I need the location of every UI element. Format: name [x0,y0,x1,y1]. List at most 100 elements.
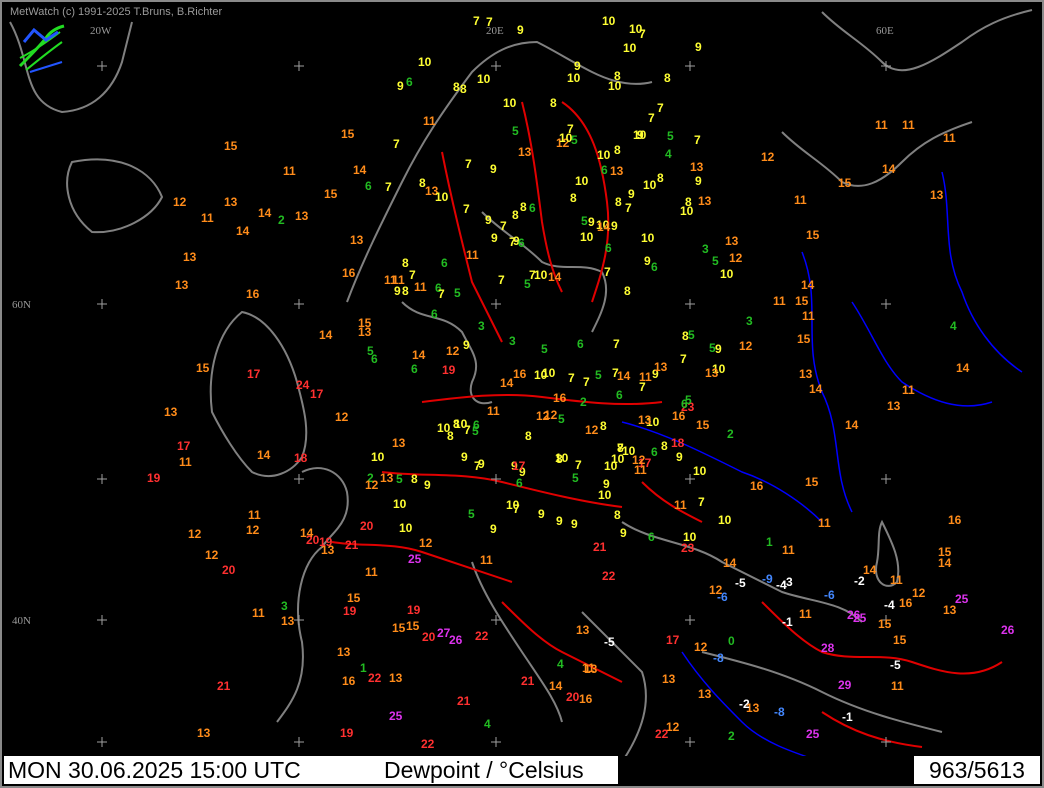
station-dewpoint-value: 6 [518,236,525,250]
station-dewpoint-value: 8 [402,256,409,270]
station-dewpoint-value: 11 [943,131,956,145]
station-dewpoint-value: 6 [616,388,623,402]
station-dewpoint-value: 12 [729,251,743,265]
station-dewpoint-value: 9 [490,522,497,536]
station-dewpoint-value: 7 [393,137,400,151]
station-dewpoint-value: 5 [396,472,403,486]
station-dewpoint-value: 25 [853,611,867,625]
station-dewpoint-value: 16 [672,409,686,423]
station-dewpoint-value: 7 [500,219,507,233]
station-dewpoint-value: 10 [611,452,625,466]
station-dewpoint-value: 17 [177,439,191,453]
station-dewpoint-value: 15 [196,361,210,375]
station-dewpoint-value: 10 [602,14,616,28]
station-dewpoint-value: 8 [615,195,622,209]
station-dewpoint-value: 10 [597,148,611,162]
station-dewpoint-value: 11 [902,118,915,132]
station-dewpoint-value: 5 [512,124,519,138]
station-dewpoint-value: 8 [453,80,460,94]
station-dewpoint-value: 9 [491,231,498,245]
station-dewpoint-value: 20 [422,630,436,644]
station-dewpoint-value: 11 [414,280,427,294]
station-dewpoint-value: 6 [601,163,608,177]
station-dewpoint-value: 2 [727,427,734,441]
station-dewpoint-value: 10 [559,131,573,145]
station-dewpoint-value: 14 [723,556,737,570]
station-dewpoint-value: -8 [774,705,785,719]
station-dewpoint-value: 11 [782,543,795,557]
station-dewpoint-value: 14 [956,361,970,375]
station-dewpoint-value: 11 [179,455,192,469]
station-dewpoint-value: 11 [201,211,214,225]
station-dewpoint-value: 10 [643,178,657,192]
station-dewpoint-value: 10 [371,450,385,464]
station-dewpoint-value: 7 [575,458,582,472]
station-dewpoint-value: 9 [490,162,497,176]
station-dewpoint-value: 9 [538,507,545,521]
station-dewpoint-value: 8 [570,191,577,205]
station-dewpoint-value: 12 [585,423,599,437]
station-dewpoint-value: 7 [473,14,480,28]
station-dewpoint-value: 7 [613,337,620,351]
station-dewpoint-value: 22 [368,671,382,685]
station-dewpoint-value: 19 [407,603,421,617]
station-dewpoint-value: 2 [278,213,285,227]
station-dewpoint-value: 9 [628,187,635,201]
station-dewpoint-value: 21 [593,540,607,554]
station-dewpoint-value: 7 [583,375,590,389]
station-dewpoint-value: 6 [406,75,413,89]
station-dewpoint-value: 7 [529,268,536,282]
station-dewpoint-value: 13 [698,687,712,701]
parameter-label: Dewpoint / °Celsius [384,757,584,783]
station-dewpoint-value: 12 [694,640,708,654]
station-dewpoint-value: -6 [824,588,835,602]
station-dewpoint-value: 4 [484,717,491,731]
station-dewpoint-value: 11 [802,309,815,323]
station-dewpoint-value: 14 [236,224,250,238]
station-dewpoint-value: 18 [294,451,308,465]
station-dewpoint-value: 12 [246,523,260,537]
station-dewpoint-value: 10 [454,417,468,431]
station-dewpoint-value: 13 [224,195,238,209]
station-dewpoint-value: 12 [173,195,187,209]
station-dewpoint-value: 7 [657,101,664,115]
dewpoint-map[interactable]: 20W 20E 60E 60N 40N 32118975109877109787… [2,2,1042,758]
station-dewpoint-value: 9 [485,213,492,227]
station-dewpoint-value: 12 [912,586,926,600]
station-dewpoint-value: 14 [300,526,314,540]
grid-label-20w: 20W [90,25,112,37]
grid-label-60n: 60N [12,299,31,311]
station-dewpoint-value: 12 [709,583,723,597]
station-dewpoint-value: 17 [247,367,261,381]
station-dewpoint-value: 8 [520,200,527,214]
station-dewpoint-value: 11 [423,114,436,128]
station-dewpoint-value: 13 [183,250,197,264]
station-dewpoint-value: 8 [657,171,664,185]
station-dewpoint-value: 13 [197,726,211,740]
station-dewpoint-value: 18 [671,436,685,450]
station-dewpoint-value: 1 [360,661,367,675]
station-dewpoint-value: 9 [461,450,468,464]
station-dewpoint-value: 15 [805,475,819,489]
station-dewpoint-value: 15 [696,418,710,432]
station-dewpoint-value: 22 [421,737,435,751]
station-dewpoint-value: 20 [222,563,236,577]
station-dewpoint-value: 22 [655,727,669,741]
station-dewpoint-value: 16 [513,367,527,381]
station-dewpoint-value: 14 [617,369,631,383]
grid-label-40n: 40N [12,615,31,627]
station-dewpoint-value: 10 [575,174,589,188]
station-dewpoint-value: 19 [319,535,333,549]
station-dewpoint-value: 21 [345,538,359,552]
station-dewpoint-value: 9 [424,478,431,492]
station-dewpoint-value: 24 [296,378,310,392]
station-dewpoint-value: 11 [639,370,652,384]
station-dewpoint-value: 5 [558,412,565,426]
station-dewpoint-value: 8 [624,284,631,298]
station-dewpoint-value: -3 [782,575,793,589]
station-dewpoint-value: 13 [295,209,309,223]
status-bar: MON 30.06.2025 15:00 UTC Dewpoint / °Cel… [2,756,1042,786]
valid-time: MON 30.06.2025 15:00 UTC [8,757,301,783]
station-dewpoint-value: 5 [541,342,548,356]
station-dewpoint-value: 7 [568,371,575,385]
